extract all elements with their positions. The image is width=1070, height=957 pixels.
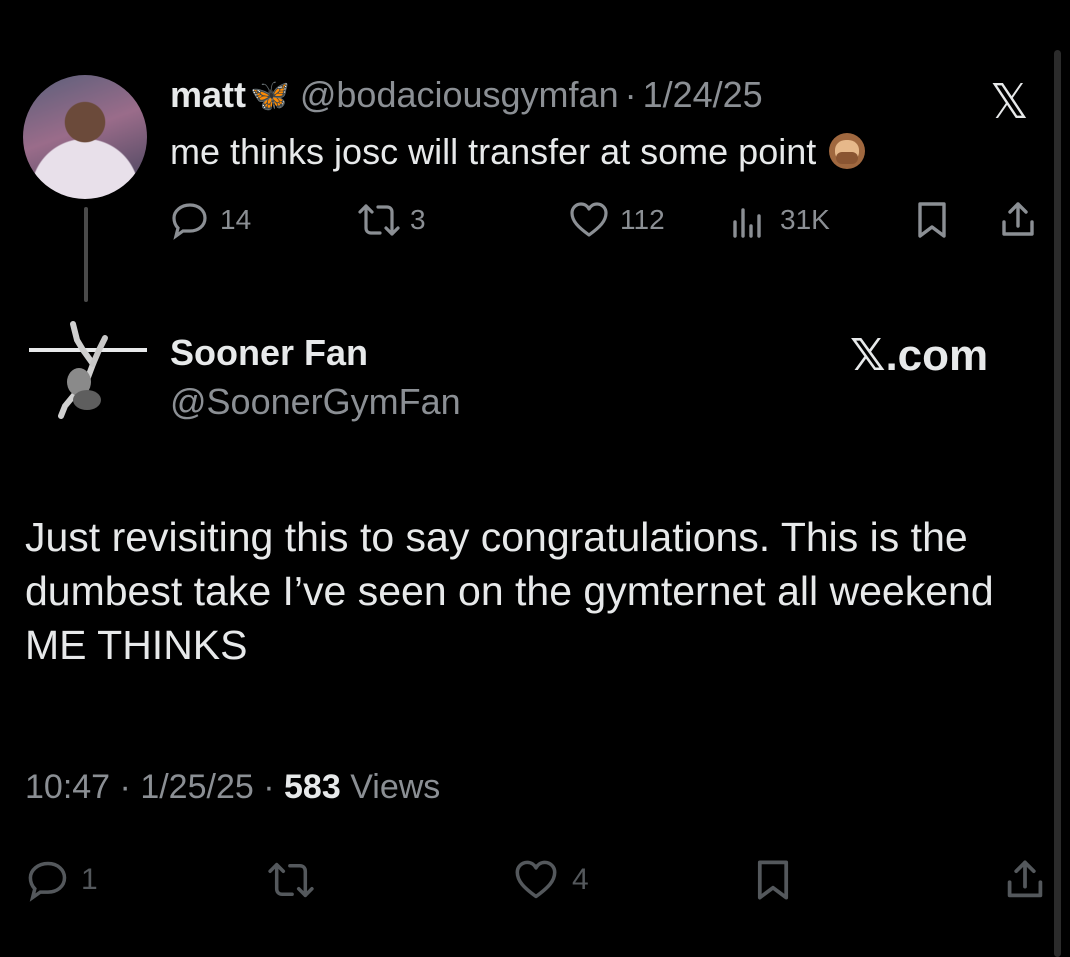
- quoted-tweet-actions: 14 3 112 31K: [170, 198, 1040, 242]
- like-button[interactable]: 112: [568, 200, 665, 240]
- views-label: Views: [350, 768, 441, 806]
- tweet-time[interactable]: 10:47: [25, 768, 110, 806]
- scrollbar[interactable]: [1054, 50, 1061, 957]
- separator-dot: ·: [263, 768, 275, 806]
- share-button[interactable]: [998, 200, 1038, 240]
- like-count: 112: [620, 204, 665, 235]
- quoted-tweet-text: me thinks josc will transfer at some poi…: [170, 130, 868, 173]
- reply-count: 14: [220, 204, 252, 235]
- share-icon: [1007, 860, 1043, 898]
- share-button[interactable]: [1003, 858, 1047, 902]
- repost-count: 3: [410, 204, 426, 235]
- share-icon: [1002, 202, 1034, 236]
- reply-icon: [28, 861, 67, 902]
- quoted-tweet-header: matt 🦋 @bodaciousgymfan · 1/24/25: [170, 74, 763, 116]
- heart-icon: [570, 202, 608, 237]
- quoted-author-handle[interactable]: @bodaciousgymfan: [300, 74, 619, 116]
- bookmark-icon: [757, 860, 789, 900]
- tweet-meta: 10:47 · 1/25/25 · 583 Views: [25, 768, 440, 807]
- repost-icon: [358, 204, 400, 236]
- reply-count: 1: [81, 863, 98, 896]
- reply-button[interactable]: 14: [170, 200, 251, 240]
- heart-icon: [515, 860, 557, 899]
- views-button[interactable]: 31K: [730, 200, 830, 240]
- avatar-matt[interactable]: [23, 75, 147, 199]
- repost-icon: [268, 862, 314, 898]
- avatar-sooner-fan[interactable]: [27, 320, 149, 420]
- repost-button[interactable]: 3: [356, 200, 426, 240]
- quoted-author-name[interactable]: matt: [170, 74, 246, 116]
- bookmark-icon: [918, 202, 946, 238]
- like-button[interactable]: 4: [512, 858, 589, 902]
- separator-dot: ·: [624, 74, 637, 115]
- views-count[interactable]: 583: [284, 768, 341, 806]
- x-logo-icon: 𝕏: [990, 74, 1029, 130]
- butterfly-emoji-icon: 🦋: [250, 77, 290, 113]
- tweet-actions: 1 4: [25, 856, 1055, 906]
- bookmark-button[interactable]: [753, 858, 793, 902]
- reply-button[interactable]: 1: [25, 858, 98, 902]
- separator-dot: ·: [119, 768, 131, 806]
- quoted-tweet-date[interactable]: 1/24/25: [643, 74, 763, 116]
- like-count: 4: [572, 863, 589, 896]
- tweet-text: Just revisiting this to say congratulati…: [25, 514, 994, 668]
- bookmark-button[interactable]: [915, 200, 949, 240]
- views-count: 31K: [780, 204, 830, 235]
- views-bar-chart-icon: [733, 208, 761, 238]
- x-com-logo: 𝕏.com: [850, 331, 989, 380]
- speak-no-evil-monkey-emoji-icon: [826, 130, 868, 172]
- repost-button[interactable]: [265, 858, 317, 902]
- thread-connector-line: [84, 207, 88, 302]
- quoted-tweet-body: me thinks josc will transfer at some poi…: [170, 131, 817, 172]
- author-handle[interactable]: @SoonerGymFan: [170, 381, 461, 423]
- author-name[interactable]: Sooner Fan: [170, 332, 368, 374]
- reply-icon: [172, 203, 207, 240]
- tweet-date[interactable]: 1/25/25: [140, 768, 253, 806]
